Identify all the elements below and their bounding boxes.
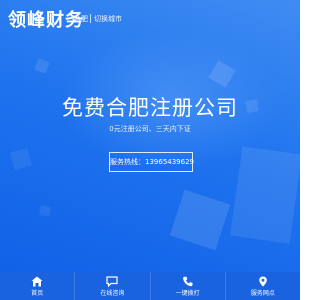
bottom-nav-bar: 首页 在线咨询 一键拨打 服务网点 [0, 272, 300, 300]
site-header: 领峰财务 合肥 切换城市 [0, 0, 300, 36]
switch-city-link[interactable]: 切换城市 [94, 14, 122, 24]
nav-label: 服务网点 [250, 289, 275, 297]
nav-label: 一键拨打 [175, 289, 200, 297]
decorative-square [230, 146, 302, 244]
header-divider [90, 14, 91, 23]
nav-label: 首页 [31, 289, 44, 297]
nav-item-service-outlets[interactable]: 服务网点 [226, 272, 300, 300]
nav-item-online-consult[interactable]: 在线咨询 [75, 272, 151, 300]
hotline-button[interactable]: 服务热线：13965439629 [109, 152, 194, 172]
chat-icon [106, 275, 118, 287]
hero-title: 免费合肥注册公司 [62, 96, 238, 120]
phone-icon [182, 276, 193, 286]
site-logo[interactable]: 领峰财务 [8, 6, 84, 32]
nav-item-call[interactable]: 一键拨打 [151, 272, 226, 300]
hero-subtitle: 0元注册公司、三天内下证 [109, 125, 191, 133]
home-icon [31, 276, 43, 286]
decorative-square [39, 205, 51, 217]
nav-item-home[interactable]: 首页 [0, 272, 76, 300]
nav-label: 在线咨询 [100, 289, 125, 297]
location-pin-icon [259, 276, 267, 286]
current-city: 合肥 [74, 15, 88, 23]
